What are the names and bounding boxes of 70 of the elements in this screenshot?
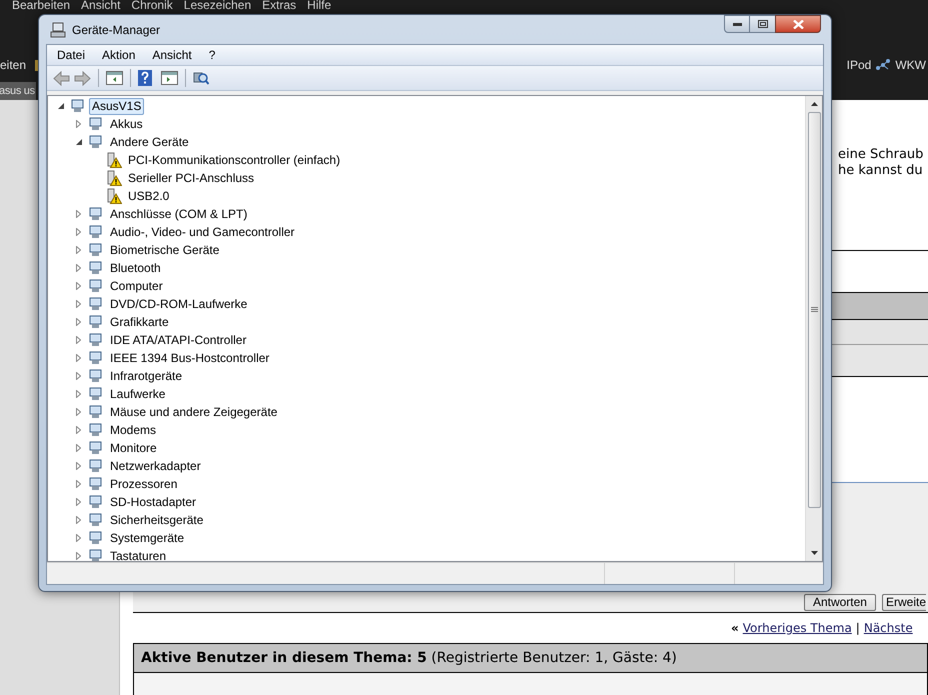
- next-topic-link[interactable]: Nächste: [864, 619, 913, 637]
- console-tree-icon[interactable]: [106, 71, 123, 85]
- scroll-up-icon[interactable]: [810, 102, 818, 106]
- close-icon: [792, 20, 804, 28]
- tree-item[interactable]: IEEE 1394 Bus-Hostcontroller: [107, 350, 272, 366]
- menu-item[interactable]: Aktion: [96, 47, 142, 63]
- back-arrow-icon[interactable]: [53, 70, 70, 86]
- menu-item[interactable]: Hilfe: [307, 0, 332, 12]
- menu-item[interactable]: Ansicht: [81, 0, 120, 12]
- tree-item[interactable]: DVD/CD-ROM-Laufwerke: [107, 296, 250, 312]
- tree-item[interactable]: Bluetooth: [107, 260, 164, 276]
- tree-item[interactable]: Computer: [107, 278, 166, 294]
- menu-item[interactable]: Lesezeichen: [184, 0, 252, 12]
- close-button[interactable]: [775, 15, 821, 33]
- vertical-scrollbar[interactable]: [805, 96, 822, 561]
- tree-item[interactable]: Andere Geräte: [107, 134, 192, 150]
- page-button[interactable]: Antworten: [804, 594, 876, 611]
- menu-item[interactable]: Ansicht: [146, 47, 198, 63]
- scroll-down-icon[interactable]: [810, 551, 818, 555]
- maximize-button[interactable]: [750, 15, 775, 33]
- tree-item[interactable]: AsusV1S: [89, 98, 144, 114]
- tree-item[interactable]: Sicherheitsgeräte: [107, 512, 206, 528]
- tree-item[interactable]: Netzwerkadapter: [107, 458, 204, 474]
- tree-item[interactable]: Infrarotgeräte: [107, 368, 186, 384]
- menu-item[interactable]: ?: [202, 47, 222, 63]
- tree-item[interactable]: IDE ATA/ATAPI-Controller: [107, 332, 250, 348]
- tree-item[interactable]: Akkus: [107, 116, 146, 132]
- tree-item[interactable]: USB2.0: [125, 188, 172, 204]
- menu-item[interactable]: Datei: [51, 47, 92, 63]
- window-title: Geräte-Manager: [72, 22, 160, 38]
- tree-item[interactable]: Biometrische Geräte: [107, 242, 222, 258]
- tree-item[interactable]: Mäuse und andere Zeigegeräte: [107, 404, 280, 420]
- nav-arrow: «: [731, 620, 739, 637]
- tree-item[interactable]: Audio-, Video- und Gamecontroller: [107, 224, 298, 240]
- tree-item[interactable]: PCI-Kommunikationscontroller (einfach): [125, 152, 344, 168]
- tree-item[interactable]: Grafikkarte: [107, 314, 172, 330]
- forward-arrow-icon[interactable]: [74, 70, 91, 86]
- text-line: eine Schraub: [838, 147, 924, 163]
- previous-topic-link[interactable]: Vorheriges Thema: [742, 619, 852, 637]
- page-button[interactable]: Erweite: [882, 594, 926, 611]
- grip-icon: [810, 307, 818, 313]
- computer-icon: [50, 22, 66, 38]
- text-line: he kannst du: [838, 163, 924, 179]
- scan-hardware-icon[interactable]: [193, 70, 209, 86]
- tree-item[interactable]: Laufwerke: [107, 386, 168, 402]
- menu-item[interactable]: Chronik: [131, 0, 173, 12]
- tree-item[interactable]: Prozessoren: [107, 476, 180, 492]
- minimize-button[interactable]: [724, 15, 750, 33]
- tree-item[interactable]: Tastaturen: [107, 548, 170, 561]
- menu-item[interactable]: Extras: [262, 0, 296, 12]
- tree-item[interactable]: Monitore: [107, 440, 160, 456]
- network-icon: [875, 58, 892, 72]
- tree-item[interactable]: Modems: [107, 422, 160, 438]
- menu-item[interactable]: Bearbeiten: [12, 0, 70, 12]
- panel-heading: Aktive Benutzer in diesem Thema: 5 (Registrierte Benutzer: 1, Gäste: 4): [133, 643, 928, 673]
- restore-icon: [758, 20, 768, 28]
- bookmark-link[interactable]: eiten: [0, 58, 26, 72]
- bookmark-link[interactable]: IPod: [846, 58, 872, 72]
- tree-item[interactable]: Serieller PCI-Anschluss: [125, 170, 258, 186]
- tree-item[interactable]: Anschlüsse (COM & LPT): [107, 206, 250, 222]
- separator: |: [856, 620, 860, 637]
- tree-item[interactable]: Systemgeräte: [107, 530, 188, 546]
- tree-item[interactable]: SD-Hostadapter: [107, 494, 200, 510]
- bookmark-link[interactable]: WKW: [895, 58, 926, 72]
- expander-icon[interactable]: [58, 103, 64, 109]
- properties-icon[interactable]: [161, 71, 178, 85]
- expander-icon[interactable]: [76, 139, 82, 145]
- scrollbar-thumb[interactable]: [808, 112, 820, 508]
- minimize-icon: [732, 22, 742, 26]
- help-icon[interactable]: [138, 70, 152, 86]
